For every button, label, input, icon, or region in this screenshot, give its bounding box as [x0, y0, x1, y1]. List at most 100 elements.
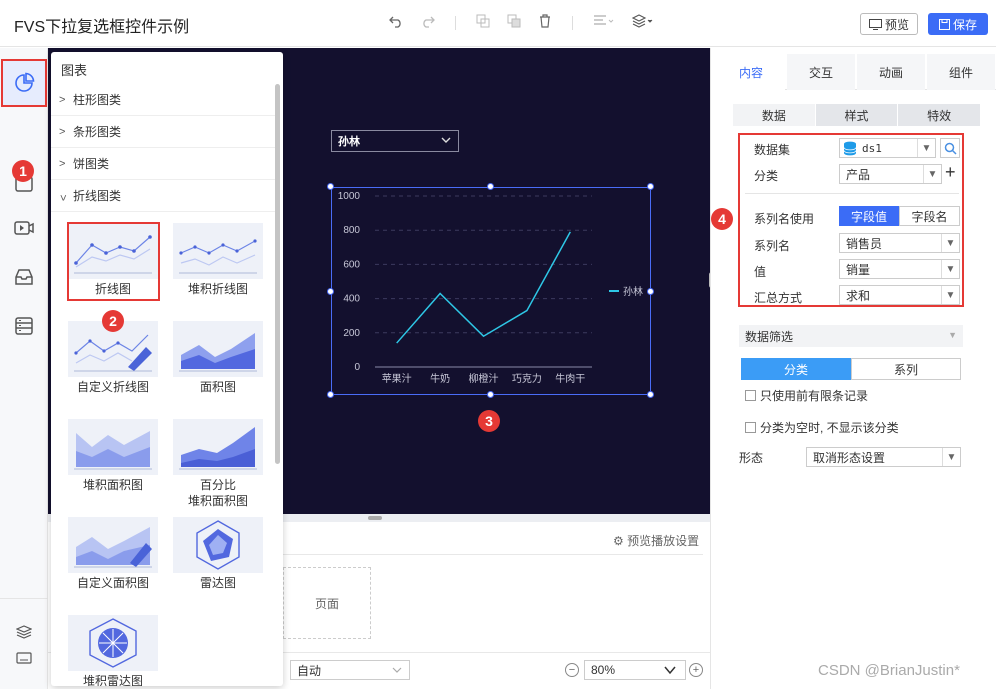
custom-area-chart-icon [68, 517, 158, 573]
tile-radar-chart[interactable]: 雷达图 [173, 517, 263, 597]
chevron-down-icon: ▼ [948, 330, 957, 340]
form-select[interactable]: 取消形态设置 ▼ [806, 447, 961, 467]
chevron-right-icon: > [59, 93, 66, 106]
gallery-scrollbar[interactable] [275, 84, 280, 464]
filter-tab-category[interactable]: 分类 [741, 358, 851, 380]
y-tick-label: 400 [343, 294, 360, 305]
property-tabs: 内容 交互 动画 组件 [717, 54, 996, 90]
chevron-down-icon [663, 663, 677, 680]
limit-records-checkbox[interactable]: 只使用前有限条记录 [745, 387, 868, 404]
category-line-charts[interactable]: < 折线图类 [51, 180, 275, 212]
chevron-down-icon [440, 134, 452, 149]
resize-handle[interactable] [647, 391, 654, 398]
gear-icon: ⚙ [613, 534, 624, 548]
dropdown-value: 孙林 [338, 136, 360, 148]
tab-content[interactable]: 内容 [717, 54, 785, 90]
resize-handle[interactable] [327, 183, 334, 190]
category-horizontal-bar-charts[interactable]: > 条形图类 [51, 116, 275, 148]
paste-icon[interactable] [507, 14, 521, 31]
rail-video-button[interactable] [8, 212, 40, 244]
tile-custom-line-chart[interactable]: 自定义折线图 [68, 321, 158, 401]
chevron-right-icon: > [59, 125, 66, 138]
layers-icon [16, 625, 32, 639]
filter-tab-series[interactable]: 系列 [851, 358, 961, 380]
preview-settings-link[interactable]: ⚙ 预览播放设置 [613, 532, 699, 549]
tile-custom-area-chart[interactable]: 自定义面积图 [68, 517, 158, 597]
page-title: FVS下拉复选框控件示例 [14, 19, 190, 36]
resize-handle[interactable] [487, 183, 494, 190]
tile-stacked-line-chart[interactable]: 堆积折线图 [173, 223, 263, 303]
subtab-style[interactable]: 样式 [815, 104, 899, 126]
step-badge-4: 4 [711, 208, 733, 230]
zoom-select[interactable]: 80% [584, 660, 686, 680]
tab-interaction[interactable]: 交互 [787, 54, 855, 90]
y-tick-label: 1000 [338, 191, 361, 202]
checkbox-box[interactable] [745, 422, 756, 433]
toolbar-divider [455, 16, 456, 30]
resize-handle[interactable] [647, 183, 654, 190]
rail-table-button[interactable] [8, 310, 40, 342]
zoom-out-button[interactable]: − [565, 663, 579, 677]
step-badge-3: 3 [478, 410, 500, 432]
form-label: 形态 [739, 451, 764, 465]
line-chart-widget[interactable]: 0 200 400 600 800 1000 苹果汁 牛奶 柳橙汁 巧克力 牛肉干 孙林 [331, 187, 651, 395]
zoom-value: 80% [591, 663, 616, 677]
auto-select[interactable]: 自动 [290, 660, 410, 680]
divider [283, 554, 703, 555]
checkbox-box[interactable] [745, 390, 756, 401]
category-pie-charts[interactable]: > 饼图类 [51, 148, 275, 180]
category-bar-charts[interactable]: > 柱形图类 [51, 84, 275, 116]
tile-stacked-area-chart[interactable]: 堆积面积图 [68, 419, 158, 499]
redo-icon[interactable] [421, 14, 435, 31]
resize-handle[interactable] [327, 391, 334, 398]
resize-handle[interactable] [327, 288, 334, 295]
step-badge-1: 1 [12, 160, 34, 182]
category-label: 条形图类 [73, 125, 122, 139]
align-icon[interactable] [593, 14, 615, 31]
rail-chart-button[interactable] [1, 59, 47, 107]
category-label: 折线图类 [73, 189, 122, 203]
stacked-area-chart-icon [68, 419, 158, 475]
preview-button[interactable]: 预览 [860, 13, 918, 35]
watermark: CSDN @BrianJustin* [818, 662, 960, 679]
layer-icon[interactable] [631, 14, 654, 31]
toolbar-divider [572, 16, 573, 30]
save-button[interactable]: 保存 [928, 13, 988, 35]
rail-divider [0, 598, 48, 599]
rail-keyboard-button[interactable] [8, 642, 40, 674]
top-bar: FVS下拉复选框控件示例 预览 保存 [0, 0, 996, 47]
tile-label: 堆积折线图 [187, 282, 248, 296]
subtab-data[interactable]: 数据 [733, 104, 816, 126]
salesperson-dropdown[interactable]: 孙林 [331, 130, 459, 152]
rail-inbox-button[interactable] [8, 261, 40, 293]
tab-animation[interactable]: 动画 [857, 54, 925, 90]
delete-icon[interactable] [538, 14, 552, 31]
chevron-down-icon: < [58, 194, 70, 201]
tile-label: 自定义折线图 [76, 380, 149, 394]
video-icon [14, 221, 34, 235]
filter-toggle: 分类 系列 [741, 358, 961, 380]
hide-empty-category-checkbox[interactable]: 分类为空时, 不显示该分类 [745, 419, 899, 436]
tile-stacked-radar-chart[interactable]: 堆积雷达图 [68, 615, 158, 686]
page-thumbnail[interactable]: 页面 [283, 567, 371, 639]
monitor-icon [868, 18, 882, 30]
tab-component[interactable]: 组件 [927, 54, 995, 90]
area-chart-icon [173, 321, 263, 377]
split-grip[interactable] [368, 516, 382, 520]
auto-value: 自动 [297, 663, 322, 678]
radar-chart-icon [173, 517, 263, 573]
resize-handle[interactable] [487, 391, 494, 398]
tile-label: 百分比 堆积面积图 [187, 478, 248, 508]
x-tick-label: 牛奶 [430, 372, 450, 385]
selected-tile-highlight [67, 222, 160, 301]
data-filter-header[interactable]: 数据筛选 ▼ [739, 325, 963, 347]
undo-icon[interactable] [389, 14, 403, 31]
zoom-in-button[interactable]: + [689, 663, 703, 677]
left-icon-rail [0, 48, 48, 689]
tile-area-chart[interactable]: 面积图 [173, 321, 263, 401]
tile-percent-stacked-area-chart[interactable]: 百分比 堆积面积图 [173, 419, 263, 508]
copy-icon[interactable] [476, 14, 490, 31]
resize-handle[interactable] [647, 288, 654, 295]
checkbox-label: 只使用前有限条记录 [760, 389, 869, 403]
subtab-effects[interactable]: 特效 [898, 104, 982, 126]
